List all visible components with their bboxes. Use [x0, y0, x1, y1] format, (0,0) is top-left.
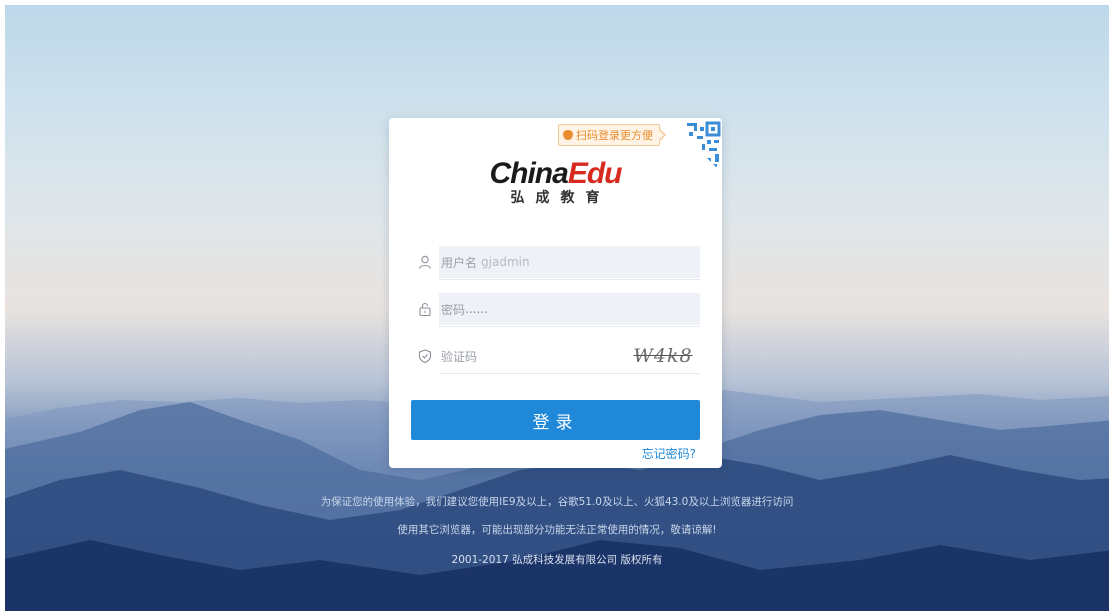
username-input[interactable]: 用户名 — [441, 254, 477, 271]
chinaedu-logo: ChinaEdu 弘成教育 — [389, 157, 722, 207]
password-value: ...... — [465, 302, 488, 316]
captcha-input[interactable]: 验证码 — [441, 348, 477, 365]
captcha-field: 验证码 W4k8 — [411, 340, 700, 374]
captcha-image-text: W4k8 — [633, 345, 693, 367]
user-icon — [411, 246, 439, 278]
logo-text-edu: Edu — [567, 157, 623, 190]
password-field: 密码 ...... — [411, 293, 700, 327]
browser-notice-line2: 使用其它浏览器，可能出现部分功能无法正常使用的情况，敬请谅解! — [397, 524, 717, 536]
browser-notice-line1: 为保证您的使用体验，我们建议您使用IE9及以上，谷歌51.0及以上、火狐43.0… — [320, 496, 794, 508]
login-button[interactable]: 登录 — [411, 400, 700, 440]
scan-login-tip[interactable]: 扫码登录更方便 — [558, 124, 666, 146]
username-value: gjadmin — [481, 255, 530, 269]
copyright: 2001-2017 弘成科技发展有限公司 版权所有 — [451, 554, 663, 566]
lock-icon — [411, 293, 439, 325]
forgot-password-link[interactable]: 忘记密码? — [642, 445, 696, 462]
scan-tip-label: 扫码登录更方便 — [576, 129, 653, 142]
login-button-label: 登录 — [532, 412, 579, 433]
login-card: 扫码登录更方便 ChinaEdu 弘成教育 用户名 gjadmin 密码 ...… — [389, 118, 722, 468]
logo-text-china: China — [489, 157, 568, 190]
shield-icon — [411, 340, 439, 372]
logo-text-cn: 弘成教育 — [510, 190, 611, 206]
captcha-image[interactable]: W4k8 — [628, 341, 698, 371]
username-field: 用户名 gjadmin — [411, 246, 700, 280]
password-input[interactable]: 密码 — [441, 301, 465, 318]
check-shield-icon — [563, 130, 573, 140]
